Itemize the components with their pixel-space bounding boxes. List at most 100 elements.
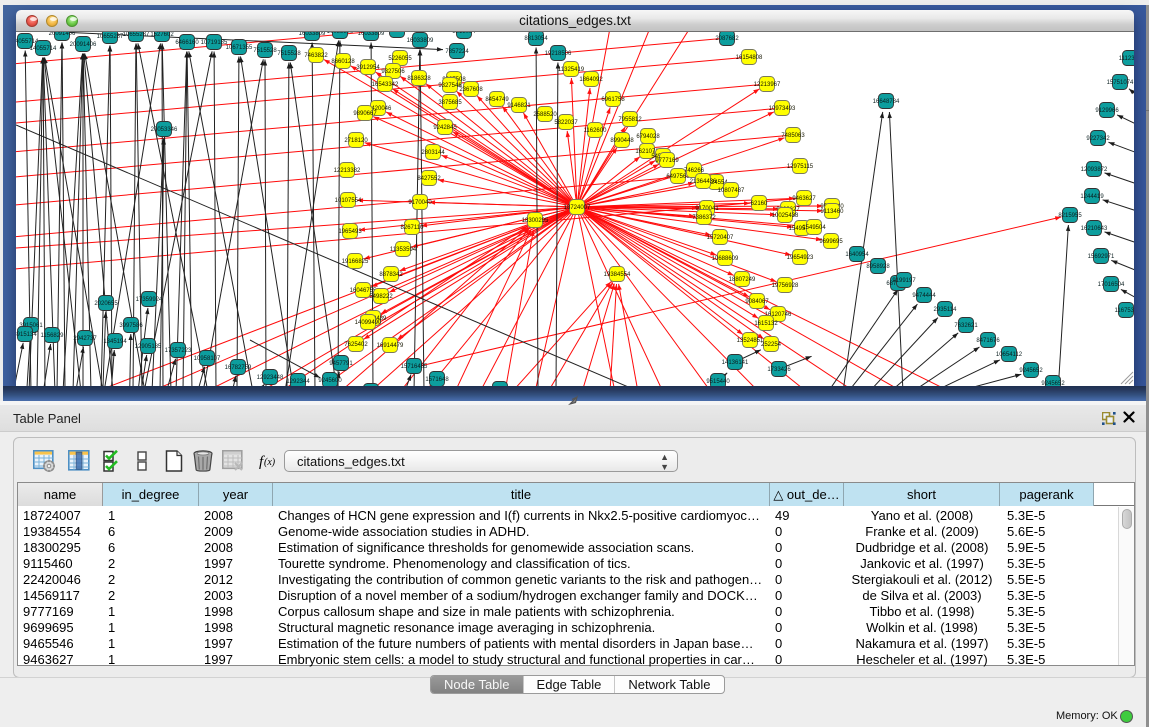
svg-text:7485063: 7485063 [781,133,805,139]
svg-text:6466160: 6466160 [175,40,199,46]
svg-text:16033809: 16033809 [299,32,326,37]
svg-text:19166825: 19166825 [342,259,369,265]
svg-text:15716485: 15716485 [401,364,428,370]
svg-text:1156829: 1156829 [41,333,65,339]
svg-text:10973493: 10973493 [769,106,796,112]
svg-text:8427552: 8427552 [417,176,441,182]
svg-text:8215955: 8215955 [1058,213,1082,219]
svg-text:252254: 252254 [761,342,782,348]
svg-text:5498222: 5498222 [369,294,393,300]
svg-text:9227342: 9227342 [1086,136,1110,142]
svg-text:2718120: 2718120 [344,138,368,144]
svg-text:19384554: 19384554 [604,272,631,278]
svg-text:16154808: 16154808 [736,55,763,61]
svg-text:14055714: 14055714 [30,46,57,52]
svg-text:12213967: 12213967 [754,82,781,88]
svg-text:7625402: 7625402 [344,342,368,348]
svg-text:9463627: 9463627 [792,196,816,202]
svg-text:(x): (x) [264,457,276,468]
svg-text:12923448: 12923448 [257,375,284,381]
svg-text:1571648: 1571648 [425,377,449,383]
svg-text:10807487: 10807487 [718,188,745,194]
svg-text:6961758: 6961758 [601,97,625,103]
svg-text:3915134: 3915134 [16,332,37,338]
svg-text:16782759: 16782759 [225,365,252,371]
svg-text:5822037: 5822037 [554,120,578,126]
svg-text:15751074: 15751074 [1107,80,1134,86]
svg-text:9113460: 9113460 [821,209,845,215]
svg-text:8454749: 8454749 [485,97,509,103]
svg-text:1733426: 1733426 [767,367,791,373]
svg-text:7515528: 7515528 [277,51,301,57]
svg-text:9699695: 9699695 [819,239,843,245]
svg-text:16210643: 16210643 [1081,226,1108,232]
svg-text:9129966: 9129966 [1095,108,1119,114]
svg-text:14099490: 14099490 [355,320,382,326]
svg-text:10655287: 10655287 [97,34,124,40]
svg-text:19756928: 19756928 [772,283,799,289]
svg-text:62160: 62160 [751,201,768,207]
svg-text:9515440: 9515440 [706,379,730,385]
svg-text:9245600: 9245600 [318,378,342,384]
svg-text:7955812: 7955812 [618,117,642,123]
svg-text:9890667: 9890667 [353,111,377,117]
svg-text:1615132: 1615132 [754,321,778,327]
svg-text:7515528: 7515528 [253,48,277,54]
svg-text:7857224: 7857224 [445,49,469,55]
svg-text:8990448: 8990448 [610,138,634,144]
svg-text:10719185: 10719185 [201,40,228,46]
svg-text:2803144: 2803144 [421,150,445,156]
svg-text:9474444: 9474444 [912,293,936,299]
svg-text:16033809: 16033809 [407,38,434,44]
svg-text:2942737: 2942737 [73,336,97,342]
svg-text:8471676: 8471676 [976,338,1000,344]
svg-text:17357223: 17357223 [165,348,192,354]
svg-text:1162600: 1162600 [584,128,608,134]
svg-text:12975115: 12975115 [787,164,814,170]
svg-text:8813054: 8813054 [524,36,548,42]
svg-text:21364436: 21364436 [690,179,717,185]
svg-text:10688609: 10688609 [712,256,739,262]
svg-text:2367608: 2367608 [459,87,483,93]
svg-text:20091406: 20091406 [49,32,76,37]
svg-text:9146821: 9146821 [507,103,531,109]
svg-text:13524851: 13524851 [737,338,764,344]
svg-text:8813054: 8813054 [452,32,476,35]
svg-text:15720407: 15720407 [707,235,734,241]
svg-text:7463822: 7463822 [304,53,328,59]
svg-text:19654923: 19654923 [787,255,814,261]
svg-text:10107554: 10107554 [335,198,362,204]
svg-text:10958107: 10958107 [194,356,221,362]
svg-text:8878342: 8878342 [379,272,403,278]
svg-text:7857224: 7857224 [385,32,409,34]
svg-text:9084067: 9084067 [745,299,769,305]
svg-text:18300295: 18300295 [522,218,549,224]
svg-text:1527602: 1527602 [150,32,174,38]
svg-text:16648784: 16648784 [873,99,900,105]
svg-text:8186328: 8186328 [407,76,431,82]
svg-text:8660128: 8660128 [331,59,355,65]
svg-text:2588520: 2588520 [533,112,557,118]
svg-text:9242845: 9242845 [433,125,457,131]
svg-text:7386372: 7386372 [692,215,716,221]
svg-text:3912954: 3912954 [356,65,380,71]
svg-text:12905185: 12905185 [135,344,162,350]
svg-text:1864092: 1864092 [579,77,603,83]
svg-text:1640954: 1640954 [845,252,869,258]
svg-text:3997586: 3997586 [119,323,143,329]
svg-text:3875685: 3875685 [438,100,462,106]
svg-text:1345194: 1345194 [103,339,127,345]
svg-text:14136141: 14136141 [722,360,749,366]
svg-text:8958928: 8958928 [866,264,890,270]
svg-text:1244419: 1244419 [1080,194,1104,200]
svg-text:9777169: 9777169 [655,158,679,164]
svg-text:9170040: 9170040 [408,200,432,206]
svg-text:16914479: 16914479 [377,343,404,349]
svg-text:12093872: 12093872 [1081,167,1108,173]
svg-text:16033809: 16033809 [327,32,354,35]
svg-text:8267110: 8267110 [401,225,425,231]
svg-text:1549504: 1549504 [802,225,826,231]
svg-text:9457791: 9457791 [329,361,353,367]
svg-text:11353594: 11353594 [390,247,417,253]
svg-text:10655287: 10655287 [123,32,150,38]
